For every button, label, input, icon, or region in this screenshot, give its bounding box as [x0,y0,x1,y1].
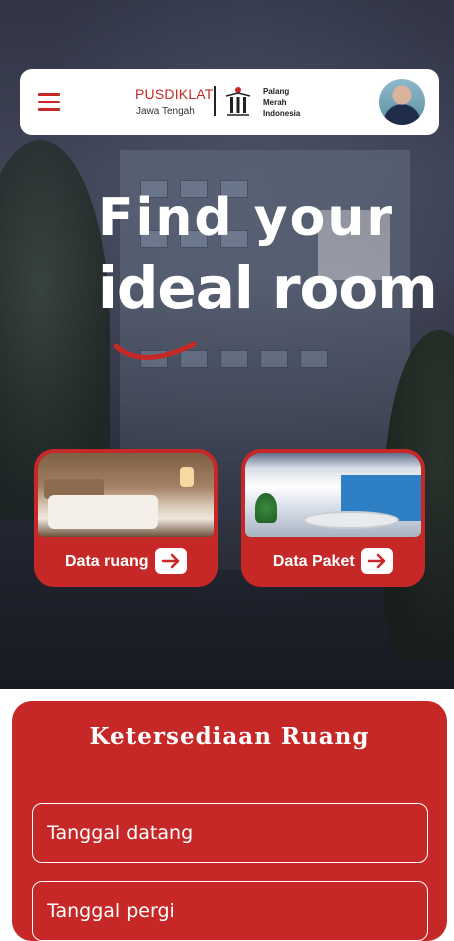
top-navbar: PUSDIKLAT Jawa Tengah Palang Merah Indon… [20,69,439,135]
brand-name: PUSDIKLAT [135,86,214,102]
pmi-emblem-icon [225,87,251,116]
meeting-room-photo [245,453,421,537]
data-paket-card[interactable]: Data Paket [241,449,425,587]
arrow-right-icon[interactable] [155,548,188,574]
availability-panel: Ketersediaan Ruang [12,701,447,941]
brand-logo[interactable]: PUSDIKLAT Jawa Tengah Palang Merah Indon… [135,82,315,122]
data-ruang-label: Data ruang [64,553,149,570]
data-ruang-card[interactable]: Data ruang [34,449,218,587]
headline-line1: Find your [98,188,394,248]
hamburger-menu-icon[interactable] [38,93,60,111]
headline-line2: ideal room [98,254,438,322]
arrival-date-input[interactable] [32,803,428,863]
hero-section: PUSDIKLAT Jawa Tengah Palang Merah Indon… [0,0,454,689]
user-avatar[interactable] [379,79,425,125]
org-name: Palang Merah Indonesia [263,87,301,118]
hero-headline: Find your ideal room [98,188,438,328]
availability-title: Ketersediaan Ruang [89,723,370,750]
data-paket-label: Data Paket [272,553,355,570]
brand-subtitle: Jawa Tengah [136,106,195,117]
arrow-right-icon[interactable] [361,548,394,574]
departure-date-input[interactable] [32,881,428,941]
room-photo [38,453,214,537]
logo-divider [214,86,216,116]
smile-underline-icon [113,341,197,360]
